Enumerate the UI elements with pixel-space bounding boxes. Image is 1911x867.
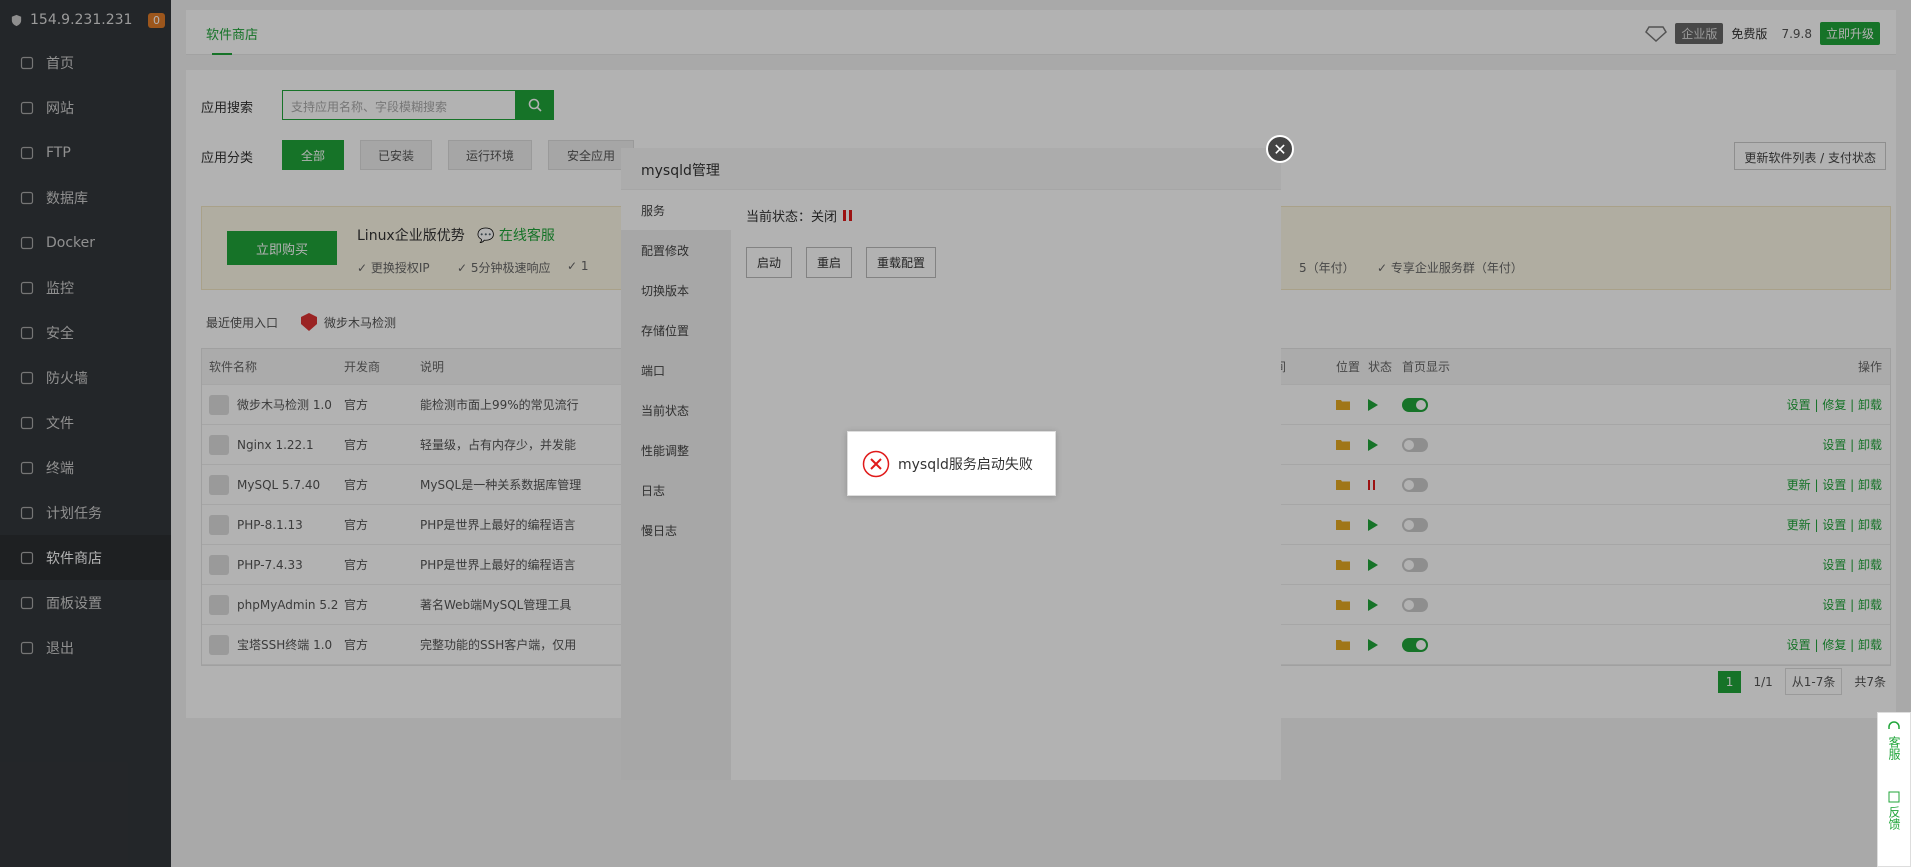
headset-icon <box>1888 721 1900 729</box>
floating-help-bar: 客服 反馈 <box>1877 712 1911 867</box>
close-icon: ✕ <box>1273 139 1287 159</box>
toast-message: mysqld服务启动失败 <box>898 456 1033 473</box>
edit-icon <box>1888 791 1900 803</box>
customer-service-label: 客服 <box>1887 736 1901 760</box>
customer-service-button[interactable]: 客服 <box>1878 721 1910 791</box>
feedback-label: 反馈 <box>1887 806 1901 830</box>
error-toast: mysqld服务启动失败 <box>847 431 1056 496</box>
error-icon <box>862 450 890 477</box>
feedback-button[interactable]: 反馈 <box>1878 791 1910 861</box>
close-button[interactable]: ✕ <box>1266 135 1294 163</box>
